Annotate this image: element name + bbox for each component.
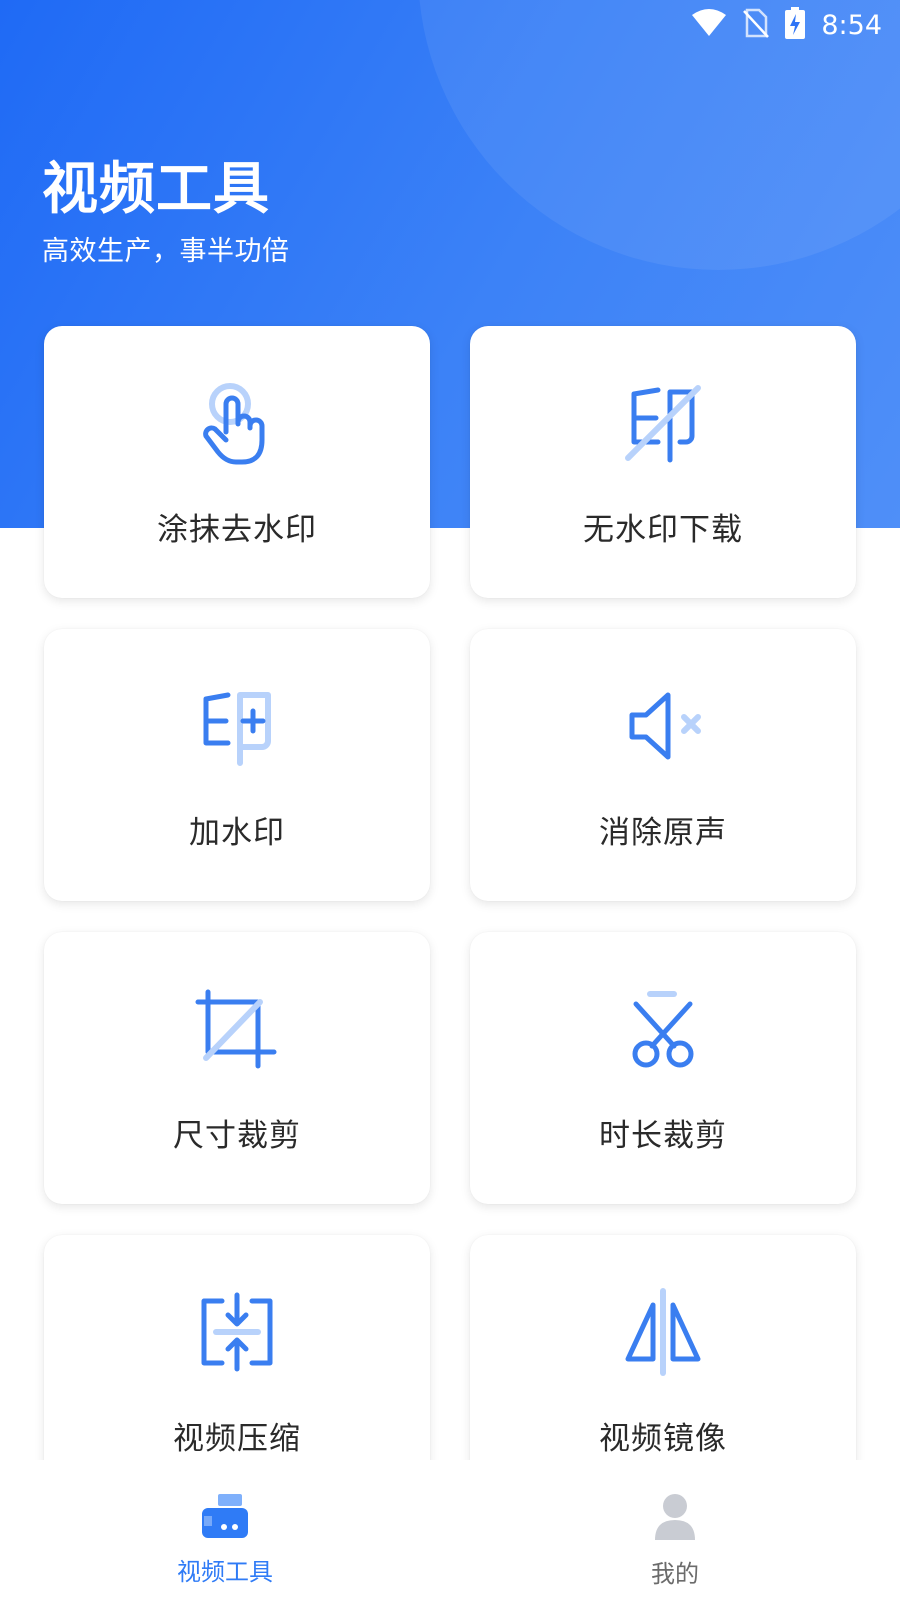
profile-icon: [653, 1494, 697, 1544]
tool-grid: 涂抹去水印 无水印下载 加水印 消除原声 尺寸裁剪 时长裁剪 视频压缩 视频镜像: [0, 320, 900, 1460]
status-time: 8:54: [821, 9, 882, 41]
battery-charging-icon: [785, 7, 806, 43]
speaker-mute-icon: [618, 681, 708, 771]
nav-item-profile[interactable]: 我的: [450, 1460, 900, 1600]
tool-label: 加水印: [189, 815, 285, 851]
mirror-icon: [618, 1287, 708, 1377]
tool-label: 消除原声: [599, 815, 727, 851]
tool-card-duration-trim[interactable]: 时长裁剪: [470, 932, 856, 1204]
page-title: 视频工具: [42, 157, 270, 222]
no-sim-icon: [743, 8, 770, 42]
tool-card-no-watermark-download[interactable]: 无水印下载: [470, 326, 856, 598]
status-bar: 8:54: [691, 0, 900, 50]
wifi-icon: [691, 9, 727, 41]
compress-icon: [192, 1287, 282, 1377]
tool-label: 视频压缩: [173, 1421, 301, 1457]
tool-card-smudge-watermark[interactable]: 涂抹去水印: [44, 326, 430, 598]
tool-card-remove-audio[interactable]: 消除原声: [470, 629, 856, 901]
video-tools-icon: [202, 1494, 248, 1542]
tool-label: 时长裁剪: [599, 1118, 727, 1154]
nav-item-video-tools[interactable]: 视频工具: [0, 1460, 450, 1600]
tool-card-add-watermark[interactable]: 加水印: [44, 629, 430, 901]
hand-pointer-icon: [192, 378, 282, 468]
page-subtitle: 高效生产，事半功倍: [42, 236, 290, 267]
tool-label: 尺寸裁剪: [173, 1118, 301, 1154]
tool-card-size-crop[interactable]: 尺寸裁剪: [44, 932, 430, 1204]
tool-card-video-mirror[interactable]: 视频镜像: [470, 1235, 856, 1460]
watermark-off-icon: [618, 378, 708, 468]
tool-label: 视频镜像: [599, 1421, 727, 1457]
tool-card-video-compress[interactable]: 视频压缩: [44, 1235, 430, 1460]
watermark-add-icon: [192, 681, 282, 771]
nav-label: 视频工具: [177, 1558, 273, 1586]
crop-icon: [192, 984, 282, 1074]
bottom-nav: 视频工具 我的: [0, 1460, 900, 1600]
scissors-icon: [618, 984, 708, 1074]
nav-label: 我的: [651, 1560, 699, 1588]
tool-label: 涂抹去水印: [157, 512, 317, 548]
tool-label: 无水印下载: [583, 512, 743, 548]
